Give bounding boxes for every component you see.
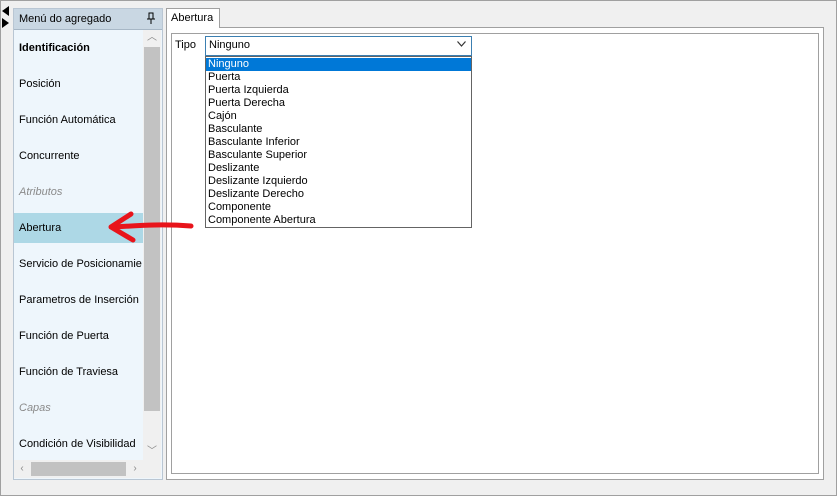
side-menu-item[interactable]: Posición — [14, 69, 143, 99]
tab-label: Abertura — [171, 12, 214, 24]
panel-toggle[interactable] — [2, 6, 12, 30]
dropdown-option[interactable]: Deslizante Izquierdo — [206, 175, 471, 188]
dropdown-option[interactable]: Cajón — [206, 110, 471, 123]
collapse-left-icon[interactable] — [2, 6, 9, 16]
dropdown-option[interactable]: Componente — [206, 201, 471, 214]
dropdown-option[interactable]: Basculante Superior — [206, 149, 471, 162]
side-menu-item[interactable]: Condición de Visibilidad — [14, 429, 143, 459]
scroll-left-icon[interactable]: ‹ — [14, 460, 30, 478]
expand-right-icon[interactable] — [2, 18, 9, 28]
horizontal-scrollbar[interactable]: ‹ › — [14, 460, 143, 478]
scroll-right-icon[interactable]: › — [127, 460, 143, 478]
side-menu-list: Identificación Posición Función Automática… — [14, 30, 143, 460]
tipo-combobox[interactable]: Ninguno — [205, 36, 472, 56]
dropdown-option[interactable]: Ninguno — [206, 58, 471, 71]
dropdown-option[interactable]: Puerta — [206, 71, 471, 84]
side-menu-item[interactable]: Función Automática — [14, 105, 143, 135]
dropdown-option[interactable]: Componente Abertura — [206, 214, 471, 227]
side-menu-item[interactable]: Concurrente — [14, 141, 143, 171]
side-menu-item[interactable]: Parametros de Inserción — [14, 285, 143, 315]
chevron-down-icon[interactable] — [457, 41, 466, 47]
scroll-corner — [143, 460, 161, 478]
side-menu-category: Atributos — [19, 186, 63, 198]
side-menu-item[interactable]: Función de Traviesa — [14, 357, 143, 387]
red-arrow-annotation — [108, 211, 194, 243]
side-menu-item[interactable]: Servicio de Posicionamie — [14, 249, 143, 279]
side-panel-title: Menú do agregado — [19, 13, 112, 25]
vertical-scrollbar[interactable]: ︿ ﹀ — [143, 30, 161, 460]
side-panel: Menú do agregado Identificación Posición F… — [13, 8, 163, 480]
dropdown-option[interactable]: Basculante — [206, 123, 471, 136]
tipo-label: Tipo — [175, 39, 196, 51]
dropdown-option[interactable]: Deslizante Derecho — [206, 188, 471, 201]
side-menu-category: Capas — [19, 402, 51, 414]
tab-abertura[interactable]: Abertura — [166, 8, 220, 28]
dropdown-option[interactable]: Puerta Izquierda — [206, 84, 471, 97]
side-menu-item[interactable]: Función de Puerta — [14, 321, 143, 351]
side-panel-header: Menú do agregado — [14, 9, 162, 30]
tipo-combobox-value: Ninguno — [209, 39, 250, 51]
pin-icon[interactable] — [146, 12, 156, 25]
dropdown-option[interactable]: Puerta Derecha — [206, 97, 471, 110]
scroll-down-icon[interactable]: ﹀ — [143, 444, 161, 460]
hscroll-thumb[interactable] — [31, 462, 126, 476]
dropdown-option[interactable]: Deslizante — [206, 162, 471, 175]
scroll-up-icon[interactable]: ︿ — [143, 30, 161, 46]
side-menu-item[interactable]: Identificación — [14, 33, 143, 63]
tipo-dropdown-list: Ninguno Puerta Puerta Izquierda Puerta Dere… — [205, 56, 472, 228]
dropdown-option[interactable]: Basculante Inferior — [206, 136, 471, 149]
